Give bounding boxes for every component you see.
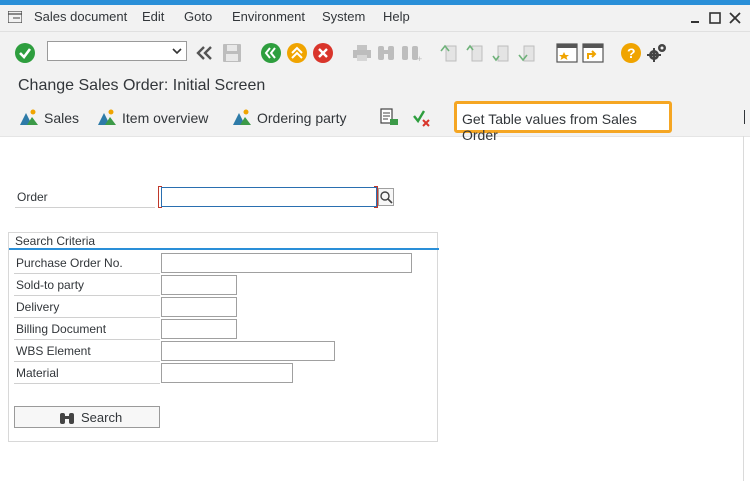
menu-system[interactable]: System [322, 9, 365, 24]
svg-text:?: ? [627, 45, 636, 61]
minimize-icon[interactable] [688, 11, 702, 25]
standard-toolbar: + ? [0, 32, 750, 72]
mountain-icon [20, 109, 38, 125]
page-title: Change Sales Order: Initial Screen [18, 77, 266, 94]
get-table-values-button[interactable]: Get Table values from Sales Order [454, 101, 672, 143]
menu-environment[interactable]: Environment [232, 9, 305, 24]
create-session-icon[interactable] [556, 43, 578, 63]
menu-bar: Sales document Edit Goto Environment Sys… [0, 5, 750, 32]
enter-check-icon[interactable] [14, 42, 36, 64]
material-label: Material [14, 366, 160, 384]
item-overview-button[interactable]: Item overview [98, 109, 208, 126]
help-icon[interactable]: ? [620, 42, 642, 64]
first-page-icon[interactable] [440, 43, 458, 63]
gear-icon[interactable] [646, 42, 668, 64]
save-icon[interactable] [222, 43, 242, 63]
application-toolbar: Sales Item overview Ordering party Get T… [0, 100, 750, 143]
close-icon[interactable] [728, 11, 742, 25]
title-bar: Change Sales Order: Initial Screen [0, 72, 750, 100]
mountain-icon [233, 109, 251, 125]
billing-document-label: Billing Document [14, 322, 160, 340]
ordering-party-button[interactable]: Ordering party [233, 109, 346, 126]
wbs-element-input[interactable] [161, 341, 335, 361]
chevron-down-icon[interactable] [172, 45, 182, 57]
item-overview-button-label: Item overview [122, 110, 209, 126]
svg-text:+: + [417, 54, 422, 62]
purchase-order-label: Purchase Order No. [14, 256, 160, 274]
get-table-values-button-label: Get Table values from Sales Order [462, 111, 637, 143]
print-icon[interactable] [352, 44, 372, 62]
find-next-icon[interactable]: + [400, 44, 422, 62]
previous-page-icon[interactable] [466, 43, 484, 63]
generate-shortcut-icon[interactable] [582, 43, 604, 63]
magnifier-icon [380, 191, 393, 204]
search-button[interactable]: Search [14, 406, 160, 428]
purchase-order-input[interactable] [161, 253, 412, 273]
scroll-edge [743, 136, 744, 481]
menu-help[interactable]: Help [383, 9, 410, 24]
delivery-label: Delivery [14, 300, 160, 318]
group-divider [9, 248, 439, 250]
find-icon[interactable] [376, 44, 396, 62]
menu-goto[interactable]: Goto [184, 9, 212, 24]
toolbar-separator [744, 110, 745, 124]
wbs-element-label: WBS Element [14, 344, 160, 362]
order-input[interactable] [161, 187, 377, 207]
sales-button-label: Sales [44, 110, 80, 126]
collapse-left-icon[interactable] [196, 45, 214, 61]
billing-document-input[interactable] [161, 319, 237, 339]
exit-icon[interactable] [286, 42, 308, 64]
document-flow-icon[interactable] [379, 108, 399, 128]
menu-sales-document[interactable]: Sales document [34, 9, 127, 24]
value-help-button[interactable] [378, 188, 394, 206]
sold-to-party-label: Sold-to party [14, 278, 160, 296]
menu-edit[interactable]: Edit [142, 9, 164, 24]
search-criteria-title: Search Criteria [15, 234, 96, 248]
app-menu-icon[interactable] [8, 11, 22, 23]
search-button-label: Search [81, 410, 123, 425]
order-label: Order [15, 190, 155, 208]
back-icon[interactable] [260, 42, 282, 64]
sold-to-party-input[interactable] [161, 275, 237, 295]
check-cancel-icon[interactable] [412, 108, 432, 128]
command-field[interactable] [47, 41, 187, 61]
next-page-icon[interactable] [492, 43, 510, 63]
cancel-icon[interactable] [312, 42, 334, 64]
ordering-party-button-label: Ordering party [257, 110, 347, 126]
sales-button[interactable]: Sales [20, 109, 79, 126]
material-input[interactable] [161, 363, 293, 383]
mountain-icon [98, 109, 116, 125]
last-page-icon[interactable] [518, 43, 536, 63]
delivery-input[interactable] [161, 297, 237, 317]
maximize-icon[interactable] [708, 11, 722, 25]
binoculars-icon [60, 413, 74, 424]
